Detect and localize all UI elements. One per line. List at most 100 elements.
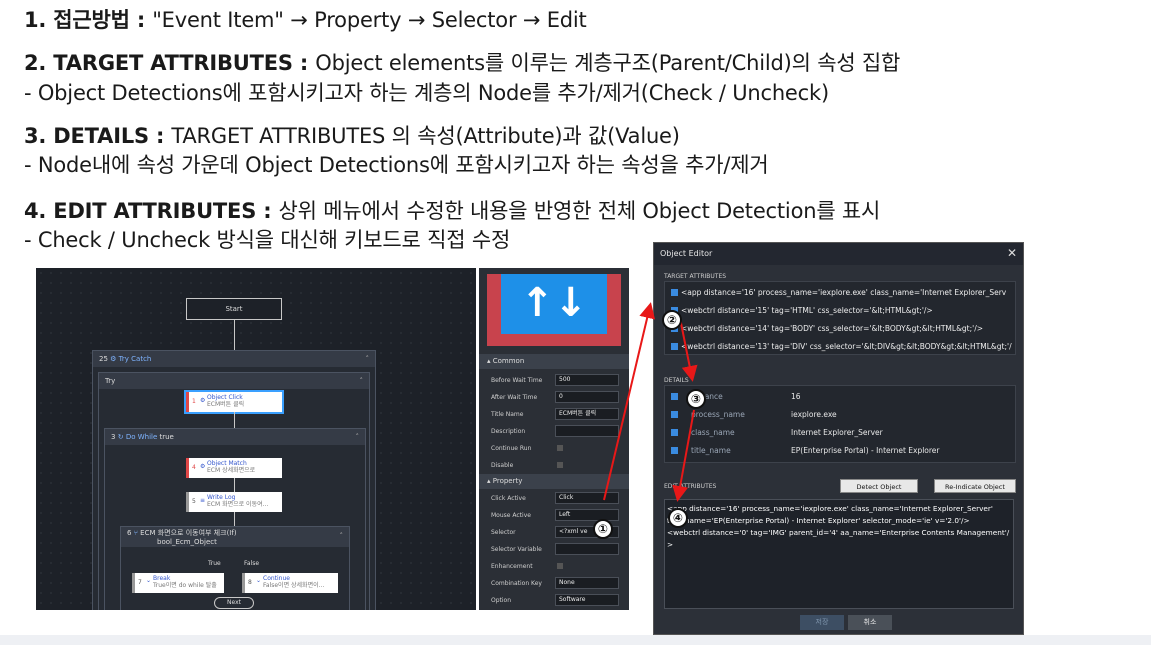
- detail-value: 16: [791, 392, 801, 401]
- description-row: Description: [479, 423, 629, 440]
- title-label: Title Name: [491, 411, 524, 418]
- activity-number: 7: [138, 579, 142, 586]
- do-while-header[interactable]: 3 ↻ Do While true: [105, 429, 365, 445]
- try-header: Try: [99, 373, 369, 389]
- instruction-2-head: 2. TARGET ATTRIBUTES :: [24, 51, 316, 75]
- details-label: DETAILS: [664, 377, 689, 384]
- instruction-2-sub: - Object Detections에 포함시키고자 하는 계층의 Node를…: [24, 81, 829, 105]
- common-section[interactable]: ▴ Common: [479, 354, 629, 369]
- checkbox-checked[interactable]: [671, 411, 678, 418]
- selector-variable-row: Selector Variable: [479, 541, 629, 558]
- target-attributes-list[interactable]: <app distance='16' process_name='iexplor…: [664, 281, 1016, 355]
- checkbox-checked[interactable]: [671, 289, 678, 296]
- click-active-row: Click Active Click: [479, 490, 629, 507]
- disable-row: Disable: [479, 457, 629, 474]
- instruction-4-sub: - Check / Uncheck 방식을 대신해 키보드로 직접 수정: [24, 228, 511, 252]
- target-text: <webctrl distance='14' tag='BODY' css_se…: [681, 324, 984, 333]
- detail-key: process_name: [691, 410, 745, 419]
- click-active-label: Click Active: [491, 495, 526, 502]
- checkbox-checked[interactable]: [671, 447, 678, 454]
- close-icon[interactable]: ✕: [1007, 247, 1017, 259]
- connector: [234, 412, 235, 428]
- do-while-number: 3: [111, 433, 116, 441]
- collapse-icon[interactable]: ˄: [360, 377, 364, 385]
- workflow-canvas[interactable]: Start 25 ⚙ Try Catch ˄ Try ˄ 1 ⚙ Object …: [36, 268, 476, 610]
- edit-line: >: [667, 540, 674, 549]
- cancel-button[interactable]: 취소: [848, 615, 892, 630]
- loop-icon: ↻: [117, 433, 124, 441]
- enhancement-checkbox[interactable]: [557, 563, 563, 569]
- description-input[interactable]: [555, 425, 619, 437]
- next-node[interactable]: Next: [214, 597, 254, 609]
- reindicate-object-button[interactable]: Re-Indicate Object: [934, 479, 1016, 493]
- branch-icon: ⑂: [133, 529, 138, 537]
- disable-checkbox[interactable]: [557, 462, 563, 468]
- option-label: Option: [491, 597, 512, 604]
- arrows-up-down-icon: ↑↓: [501, 274, 607, 334]
- after-wait-input[interactable]: 0: [555, 391, 619, 403]
- write-log-desc: ECM 화면으로 이동여...: [207, 501, 269, 508]
- checkbox-checked[interactable]: [671, 393, 678, 400]
- instruction-3-sub: - Node내에 속성 가운데 Object Detections에 포함시키고…: [24, 153, 769, 177]
- target-row[interactable]: <webctrl distance='15' tag='HTML' css_se…: [671, 306, 933, 315]
- click-active-select[interactable]: Click: [555, 492, 619, 504]
- mouse-active-select[interactable]: Left: [555, 509, 619, 521]
- if-number: 6: [127, 529, 132, 537]
- start-node[interactable]: Start: [186, 298, 282, 320]
- object-match-activity[interactable]: 4 ⚙ Object Match ECM 상세화면으로: [186, 458, 282, 478]
- title-input[interactable]: ECM버튼 클릭: [555, 408, 619, 420]
- object-match-title: Object Match: [207, 460, 247, 467]
- target-text: <webctrl distance='15' tag='HTML' css_se…: [681, 306, 933, 315]
- combination-key-label: Combination Key: [491, 580, 542, 587]
- edit-line: <app distance='16' process_name='iexplor…: [667, 504, 993, 513]
- detect-object-button[interactable]: Detect Object: [840, 479, 918, 493]
- target-row[interactable]: <webctrl distance='14' tag='BODY' css_se…: [671, 324, 983, 333]
- continue-title: Continue: [263, 575, 290, 582]
- object-click-activity[interactable]: 1 ⚙ Object Click ECM버튼 클릭: [184, 390, 284, 414]
- activity-number: 4: [192, 464, 196, 471]
- write-log-activity[interactable]: 5 ≡ Write Log ECM 화면으로 이동여...: [186, 492, 282, 512]
- collapse-icon[interactable]: ˄: [340, 532, 344, 540]
- try-catch-header[interactable]: 25 ⚙ Try Catch: [93, 351, 375, 367]
- try-catch-number: 25: [99, 355, 108, 363]
- title-row: Title Name ECM버튼 클릭: [479, 406, 629, 423]
- instruction-4-head: 4. EDIT ATTRIBUTES :: [24, 199, 279, 223]
- edit-attributes-textarea[interactable]: <app distance='16' process_name='iexplor…: [664, 499, 1014, 609]
- checkbox-checked[interactable]: [671, 343, 678, 350]
- true-branch-label: True: [208, 560, 221, 567]
- after-wait-row: After Wait Time 0: [479, 389, 629, 406]
- break-activity[interactable]: 7 ⌄ Break True이면 do while 탈출: [132, 573, 224, 593]
- save-button[interactable]: 저장: [800, 615, 844, 630]
- edit-line: <webctrl distance='0' tag='IMG' parent_i…: [667, 528, 1010, 537]
- continue-run-label: Continue Run: [491, 445, 532, 452]
- detail-key: title_name: [691, 446, 731, 455]
- target-row[interactable]: <webctrl distance='13' tag='DIV' css_sel…: [671, 342, 1012, 351]
- collapse-icon[interactable]: ˄: [356, 433, 360, 441]
- details-list[interactable]: distance 16 process_name iexplore.exe clas…: [664, 385, 1016, 463]
- bottom-strip: [0, 635, 1151, 645]
- collapse-icon[interactable]: ˄: [366, 355, 370, 363]
- selector-variable-input[interactable]: [555, 543, 619, 555]
- activity-number: 1: [192, 398, 196, 405]
- disable-label: Disable: [491, 462, 514, 469]
- checkbox-checked[interactable]: [671, 429, 678, 436]
- if-title: ECM 화면으로 이동여부 체크(If): [140, 529, 237, 537]
- target-row[interactable]: <app distance='16' process_name='iexplor…: [671, 288, 1006, 297]
- property-section[interactable]: ▴ Property: [479, 474, 629, 489]
- do-while-condition: true: [159, 433, 174, 441]
- write-log-title: Write Log: [207, 494, 236, 501]
- instruction-4: 4. EDIT ATTRIBUTES : 상위 메뉴에서 수정한 내용을 반영한…: [24, 195, 880, 225]
- if-header[interactable]: 6 ⑂ ECM 화면으로 이동여부 체크(If) bool_Ecm_Object: [121, 527, 349, 547]
- dialog-title: Object Editor: [654, 243, 1023, 265]
- chevron-down-icon: ⌄: [256, 577, 262, 584]
- option-select[interactable]: Software: [555, 594, 619, 606]
- combination-key-select[interactable]: None: [555, 577, 619, 589]
- enhancement-row: Enhancement: [479, 558, 629, 575]
- connector: [234, 478, 235, 492]
- break-title: Break: [153, 575, 171, 582]
- target-text: <webctrl distance='13' tag='DIV' css_sel…: [681, 342, 1012, 351]
- before-wait-input[interactable]: 500: [555, 374, 619, 386]
- combination-key-row: Combination Key None: [479, 575, 629, 592]
- continue-run-checkbox[interactable]: [557, 445, 563, 451]
- continue-activity[interactable]: 8 ⌄ Continue False이면 상세화면이...: [242, 573, 338, 593]
